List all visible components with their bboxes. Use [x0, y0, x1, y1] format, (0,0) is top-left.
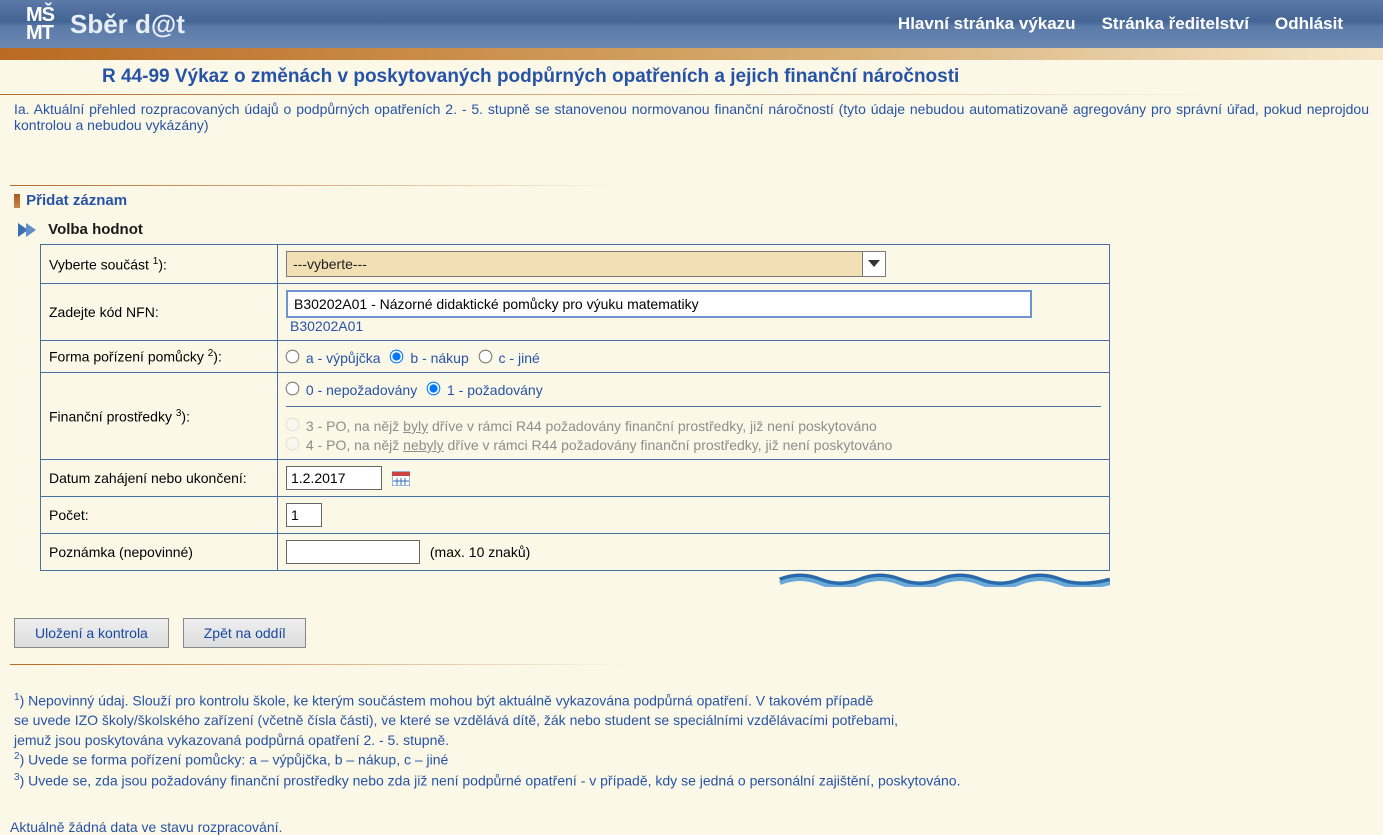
chevron-right-icon: [18, 223, 38, 237]
nav-link-main[interactable]: Hlavní stránka výkazu: [898, 14, 1076, 34]
label-count: Počet:: [41, 497, 278, 534]
label-code: Zadejte kód NFN:: [41, 284, 278, 341]
divider: [0, 94, 1383, 95]
part-select[interactable]: ---vyberte---: [286, 251, 886, 277]
logo-msmt: MŠ MT: [26, 6, 54, 42]
part-select-value[interactable]: ---vyberte---: [286, 251, 863, 277]
logo: MŠ MT Sběr d@t: [26, 6, 185, 42]
intro-text: Ia. Aktuální přehled rozpracovaných údaj…: [0, 97, 1383, 141]
label-form: Forma pořízení pomůcky 2):: [41, 341, 278, 373]
row-note: Poznámka (nepovinné) (max. 10 znaků): [41, 534, 1110, 571]
calendar-icon[interactable]: [392, 470, 410, 489]
button-row: Uložení a kontrola Zpět na oddíl: [14, 618, 1383, 648]
save-button[interactable]: Uložení a kontrola: [14, 618, 169, 648]
form-table: Vyberte součást 1): ---vyberte--- Zadejt…: [40, 244, 1110, 571]
section-values: Volba hodnot: [0, 219, 1383, 242]
row-form: Forma pořízení pomůcky 2): a - výpůjčka …: [41, 341, 1110, 373]
nav-link-logout[interactable]: Odhlásit: [1275, 14, 1343, 34]
row-code: Zadejte kód NFN: B30202A01: [41, 284, 1110, 341]
radio-form-a[interactable]: a - výpůjčka: [286, 350, 381, 366]
count-input[interactable]: [286, 503, 322, 527]
label-date: Datum zahájení nebo ukončení:: [41, 460, 278, 497]
divider: [10, 664, 702, 665]
no-data-text: Aktuálně žádná data ve stavu rozpracován…: [10, 819, 1383, 835]
radio-form-c[interactable]: c - jiné: [479, 350, 540, 366]
accent-icon: [14, 194, 20, 208]
note-input[interactable]: [286, 540, 420, 564]
radio-form-b[interactable]: b - nákup: [390, 350, 468, 366]
top-bar: MŠ MT Sběr d@t Hlavní stránka výkazu Str…: [0, 0, 1383, 48]
nav-link-director[interactable]: Stránka ředitelství: [1102, 14, 1249, 34]
row-part: Vyberte součást 1): ---vyberte---: [41, 245, 1110, 284]
back-button[interactable]: Zpět na oddíl: [183, 618, 307, 648]
date-input[interactable]: [286, 466, 382, 490]
note-hint: (max. 10 znaků): [430, 544, 530, 560]
label-finance: Finanční prostředky 3):: [41, 373, 278, 460]
wave-decoration-icon: [40, 571, 1110, 587]
banner-gradient: [0, 48, 1383, 60]
row-date: Datum zahájení nebo ukončení:: [41, 460, 1110, 497]
radio-fin-3[interactable]: 3 - PO, na nějž byly dříve v rámci R44 p…: [286, 418, 877, 434]
radio-fin-1[interactable]: 1 - požadovány: [427, 382, 543, 398]
page-title: R 44-99 Výkaz o změnách v poskytovaných …: [0, 60, 1383, 94]
code-input[interactable]: [286, 290, 1032, 318]
radio-fin-0[interactable]: 0 - nepožadovány: [286, 382, 417, 398]
radio-fin-4[interactable]: 4 - PO, na nějž nebyly dříve v rámci R44…: [286, 437, 892, 453]
divider: [286, 406, 1101, 407]
row-finance: Finanční prostředky 3): 0 - nepožadovány…: [41, 373, 1110, 460]
part-select-dropdown-button[interactable]: [862, 251, 886, 277]
label-part: Vyberte součást 1):: [41, 245, 278, 284]
app-name: Sběr d@t: [70, 9, 185, 40]
divider: [10, 185, 702, 186]
main-nav: Hlavní stránka výkazu Stránka ředitelstv…: [898, 14, 1383, 34]
footnotes: 1) Nepovinný údaj. Slouží pro kontrolu š…: [14, 691, 1369, 791]
chevron-down-icon: [868, 260, 880, 268]
label-note: Poznámka (nepovinné): [41, 534, 278, 571]
section-add-record: Přidat záznam: [0, 188, 1383, 219]
row-count: Počet:: [41, 497, 1110, 534]
code-short: B30202A01: [290, 318, 363, 334]
